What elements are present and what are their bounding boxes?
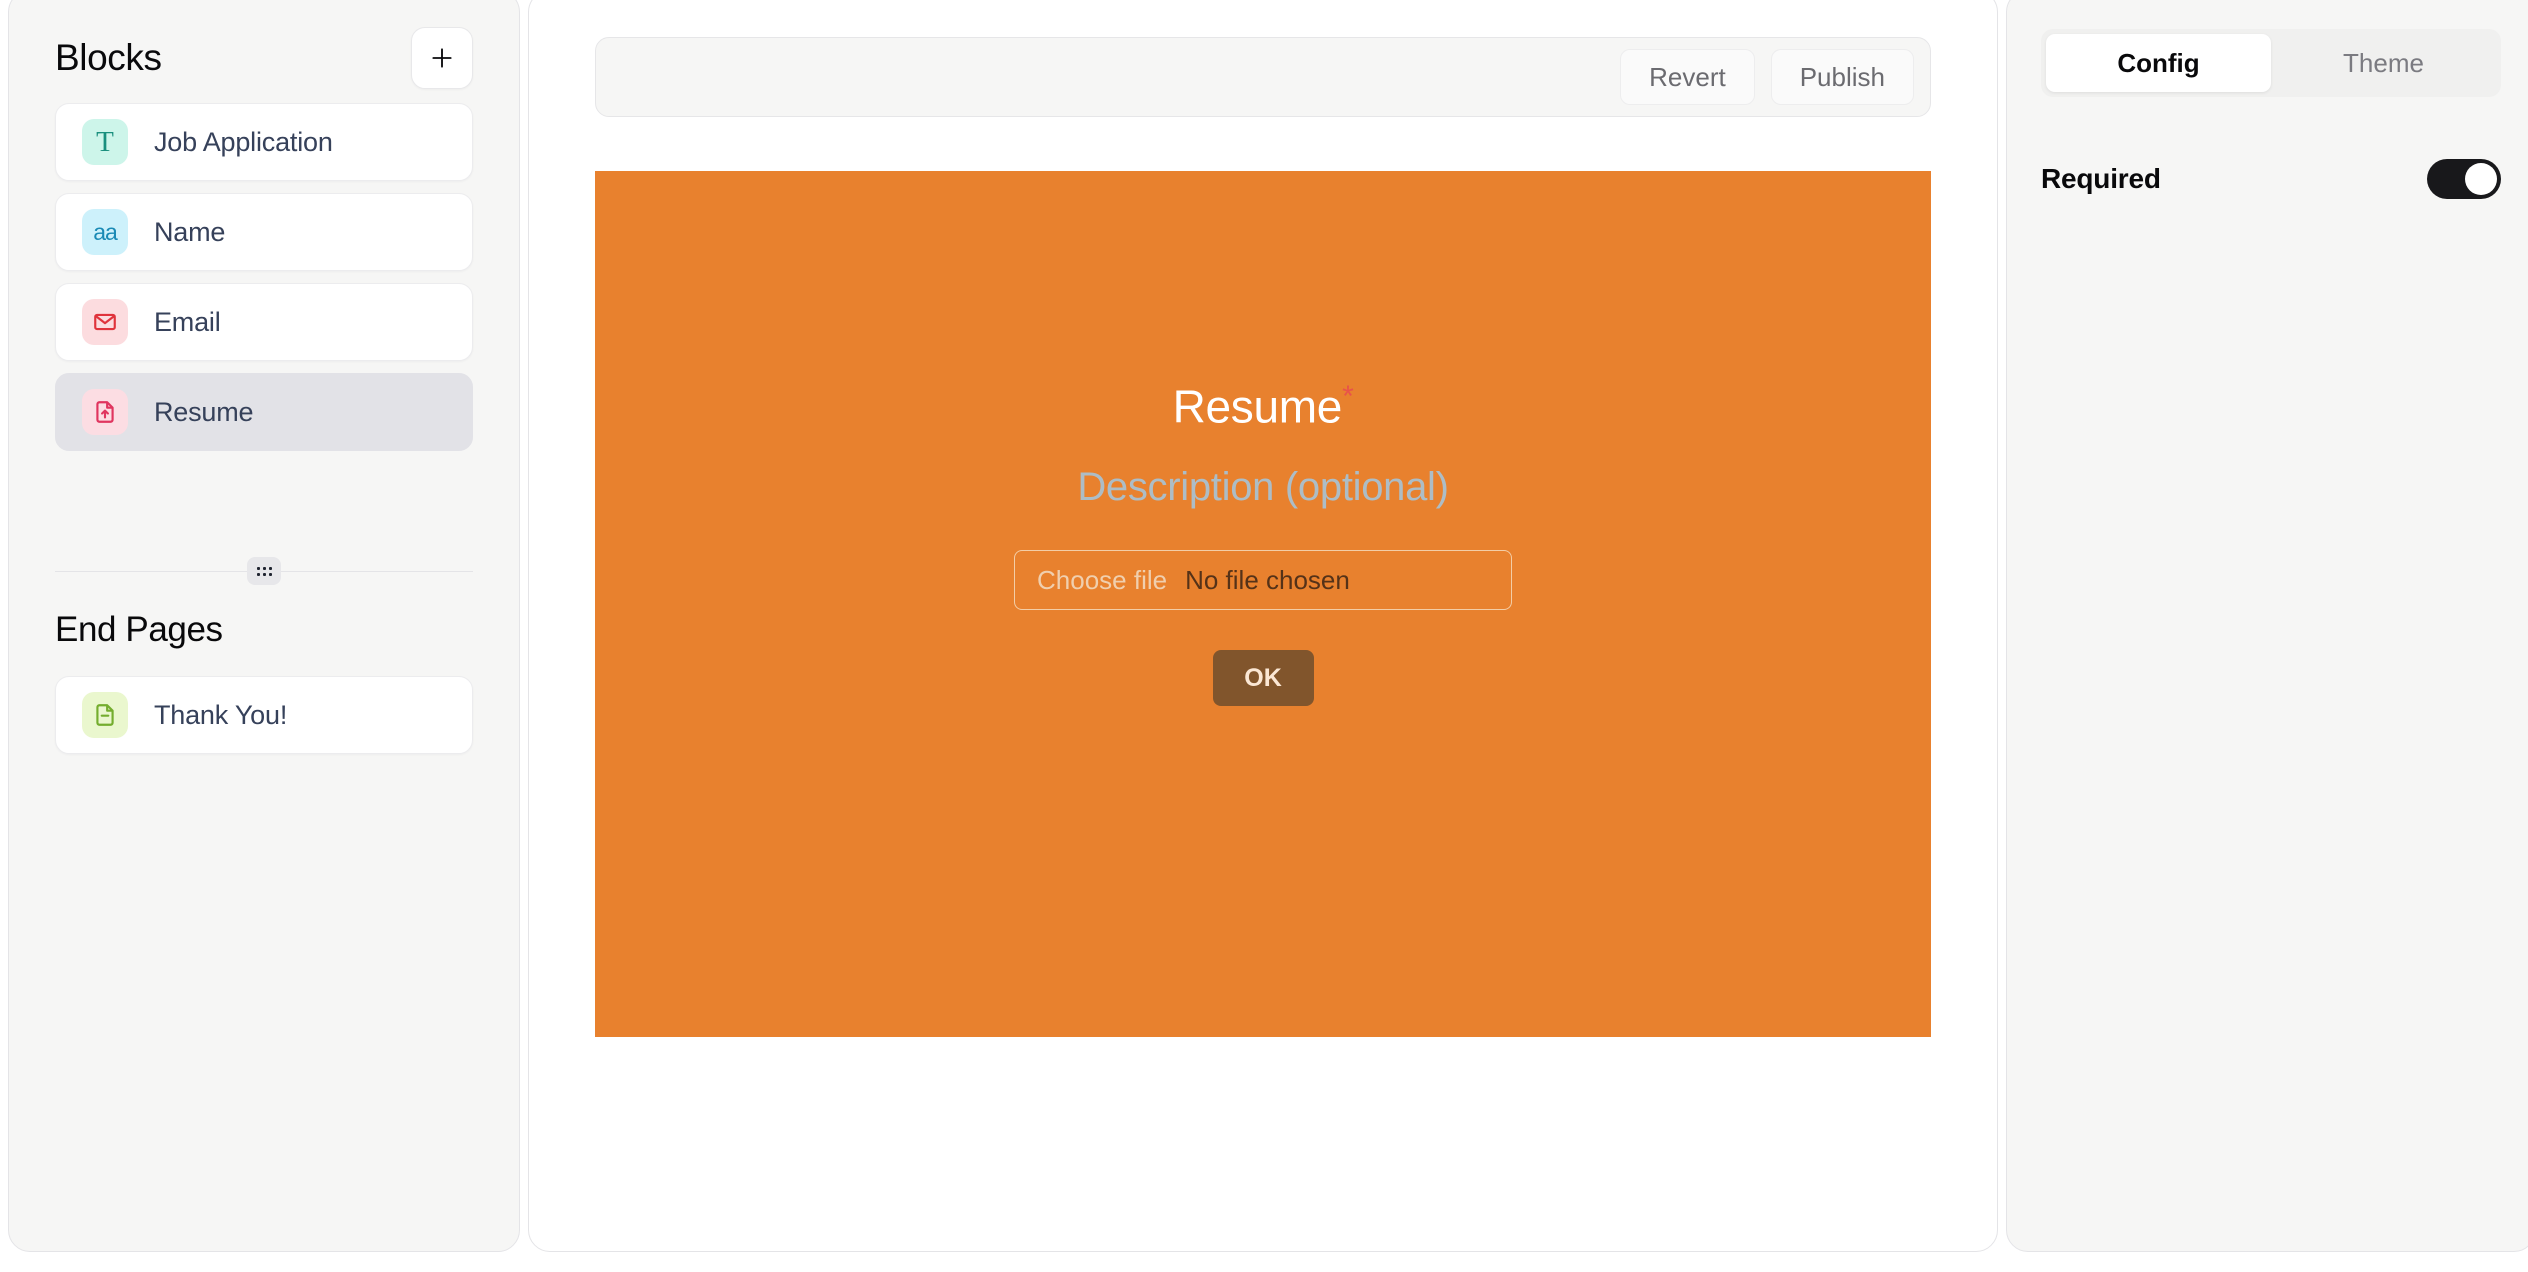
file-upload-input[interactable]: Choose file No file chosen xyxy=(1014,550,1512,611)
settings-tabs: Config Theme xyxy=(2041,29,2501,97)
choose-file-button-label: Choose file xyxy=(1037,564,1168,595)
document-minus-icon xyxy=(82,692,128,738)
settings-panel: Config Theme Required xyxy=(2006,0,2528,1252)
text-heading-icon: T xyxy=(82,119,128,165)
sidebar-header: Blocks xyxy=(55,0,473,89)
text-heading-glyph: T xyxy=(96,125,114,158)
sidebar-divider xyxy=(55,554,473,588)
add-block-button[interactable] xyxy=(411,27,473,89)
drag-dots-icon[interactable] xyxy=(247,557,281,585)
required-asterisk: * xyxy=(1342,379,1354,413)
form-preview-panel: Revert Publish Resume* Description (opti… xyxy=(528,0,1998,1252)
sidebar-item-name[interactable]: aa Name xyxy=(55,193,473,271)
short-text-icon: aa xyxy=(82,209,128,255)
sidebar-item-label: Name xyxy=(154,216,226,247)
toggle-knob xyxy=(2465,163,2497,195)
form-question-block: Resume* Description (optional) Choose fi… xyxy=(595,379,1931,707)
question-title: Resume* xyxy=(1172,379,1354,433)
file-upload-icon xyxy=(82,389,128,435)
question-description-placeholder: Description (optional) xyxy=(1077,465,1449,510)
tab-config[interactable]: Config xyxy=(2046,34,2271,92)
revert-button[interactable]: Revert xyxy=(1620,49,1755,105)
blocks-sidebar: Blocks T Job Application aa Name Email R… xyxy=(8,0,520,1252)
sidebar-item-label: Job Application xyxy=(154,126,333,157)
form-canvas: Resume* Description (optional) Choose fi… xyxy=(595,171,1931,1037)
sidebar-item-thank-you[interactable]: Thank You! xyxy=(55,676,473,754)
sidebar-item-label: Email xyxy=(154,306,221,337)
envelope-icon xyxy=(82,299,128,345)
sidebar-item-job-application[interactable]: T Job Application xyxy=(55,103,473,181)
setting-row-required: Required xyxy=(2041,157,2501,201)
page-title: Blocks xyxy=(55,37,162,78)
sidebar-item-resume[interactable]: Resume xyxy=(55,373,473,451)
short-text-glyph: aa xyxy=(93,218,118,245)
ok-submit-button[interactable]: OK xyxy=(1212,650,1314,707)
tab-theme[interactable]: Theme xyxy=(2271,34,2496,92)
question-title-text: Resume xyxy=(1172,380,1343,433)
sidebar-item-email[interactable]: Email xyxy=(55,283,473,361)
form-builder-app: Blocks T Job Application aa Name Email R… xyxy=(0,0,2528,1272)
required-toggle[interactable] xyxy=(2427,159,2501,199)
publish-button[interactable]: Publish xyxy=(1770,49,1914,105)
file-status-text: No file chosen xyxy=(1185,564,1350,595)
sidebar-item-label: Resume xyxy=(154,396,254,427)
plus-icon xyxy=(432,48,452,68)
sidebar-item-label: Thank You! xyxy=(154,699,288,730)
end-pages-list: Thank You! xyxy=(55,676,473,754)
editor-toolbar: Revert Publish xyxy=(595,37,1931,117)
required-label: Required xyxy=(2041,163,2161,194)
end-pages-title: End Pages xyxy=(55,610,223,649)
block-list: T Job Application aa Name Email Resume xyxy=(55,103,473,451)
